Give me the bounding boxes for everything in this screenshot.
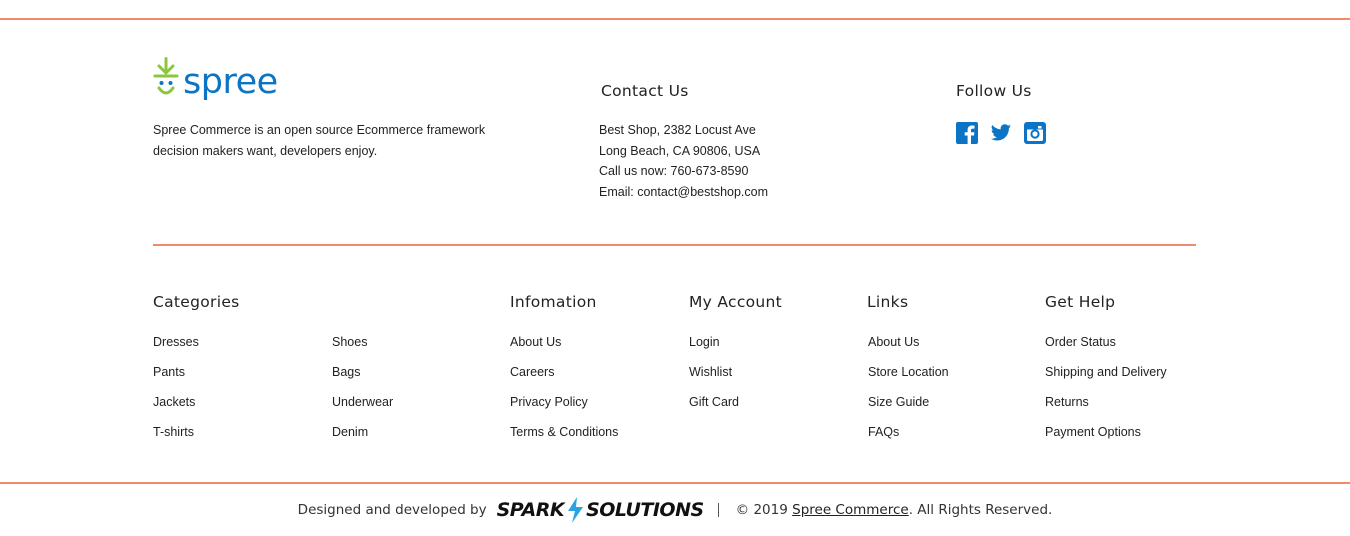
- top-divider: [0, 18, 1350, 20]
- contact-heading: Contact Us: [601, 82, 689, 100]
- category-link[interactable]: Dresses: [153, 335, 199, 349]
- spree-cart-icon: [153, 57, 179, 95]
- help-link[interactable]: Shipping and Delivery: [1045, 365, 1167, 379]
- spark-logo-right: SOLUTIONS: [586, 499, 704, 521]
- about-description: Spree Commerce is an open source Ecommer…: [153, 120, 533, 162]
- about-line-1: Spree Commerce is an open source Ecommer…: [153, 123, 486, 137]
- spark-solutions-logo[interactable]: SPARK SOLUTIONS: [497, 497, 704, 523]
- credit-separator: [717, 503, 719, 517]
- links-heading: Links: [867, 293, 909, 311]
- links-link[interactable]: Store Location: [868, 365, 949, 379]
- account-link[interactable]: Login: [689, 335, 720, 349]
- account-heading: My Account: [689, 293, 783, 311]
- bottom-divider: [0, 482, 1350, 484]
- contact-email: Email: contact@bestshop.com: [599, 184, 769, 199]
- category-link[interactable]: Shoes: [332, 335, 367, 349]
- rights-text: . All Rights Reserved.: [908, 502, 1053, 518]
- category-link[interactable]: Bags: [332, 365, 361, 379]
- links-link[interactable]: FAQs: [868, 425, 899, 439]
- section-divider: [153, 244, 1196, 246]
- spree-logo[interactable]: spree: [153, 56, 278, 104]
- social-links: [956, 122, 1046, 144]
- logo-wordmark: spree: [183, 62, 278, 102]
- credit-bar: Designed and developed by SPARK SOLUTION…: [0, 495, 1350, 525]
- account-link[interactable]: Gift Card: [689, 395, 739, 409]
- category-link[interactable]: T-shirts: [153, 425, 194, 439]
- links-link[interactable]: About Us: [868, 335, 919, 349]
- contact-address-2: Long Beach, CA 90806, USA: [599, 143, 761, 158]
- designed-by-text: Designed and developed by: [297, 502, 487, 518]
- information-heading: Infomation: [510, 293, 597, 311]
- account-link[interactable]: Wishlist: [689, 365, 732, 379]
- links-link[interactable]: Size Guide: [868, 395, 929, 409]
- instagram-icon[interactable]: [1024, 122, 1046, 144]
- category-link[interactable]: Pants: [153, 365, 185, 379]
- follow-heading: Follow Us: [956, 82, 1032, 100]
- about-line-2: decision makers want, developers enjoy.: [153, 144, 378, 158]
- category-link[interactable]: Denim: [332, 425, 368, 439]
- help-link[interactable]: Returns: [1045, 395, 1089, 409]
- help-heading: Get Help: [1045, 293, 1116, 311]
- information-link[interactable]: About Us: [510, 335, 561, 349]
- information-link[interactable]: Terms & Conditions: [510, 425, 618, 439]
- contact-address-1: Best Shop, 2382 Locust Ave: [599, 123, 756, 137]
- contact-details: Best Shop, 2382 Locust Ave Long Beach, C…: [599, 120, 768, 202]
- lightning-bolt-icon: [568, 497, 584, 523]
- facebook-icon[interactable]: [956, 122, 978, 144]
- help-link[interactable]: Order Status: [1045, 335, 1116, 349]
- spark-logo-left: SPARK: [496, 499, 565, 521]
- category-link[interactable]: Jackets: [153, 395, 195, 409]
- categories-heading: Categories: [153, 293, 240, 311]
- twitter-icon[interactable]: [990, 122, 1012, 144]
- copyright-text: © 2019: [735, 502, 788, 518]
- information-link[interactable]: Privacy Policy: [510, 395, 588, 409]
- help-link[interactable]: Payment Options: [1045, 425, 1141, 439]
- contact-phone: Call us now: 760-673-8590: [599, 164, 749, 178]
- category-link[interactable]: Underwear: [332, 395, 393, 409]
- information-link[interactable]: Careers: [510, 365, 554, 379]
- spree-commerce-link[interactable]: Spree Commerce: [792, 502, 909, 518]
